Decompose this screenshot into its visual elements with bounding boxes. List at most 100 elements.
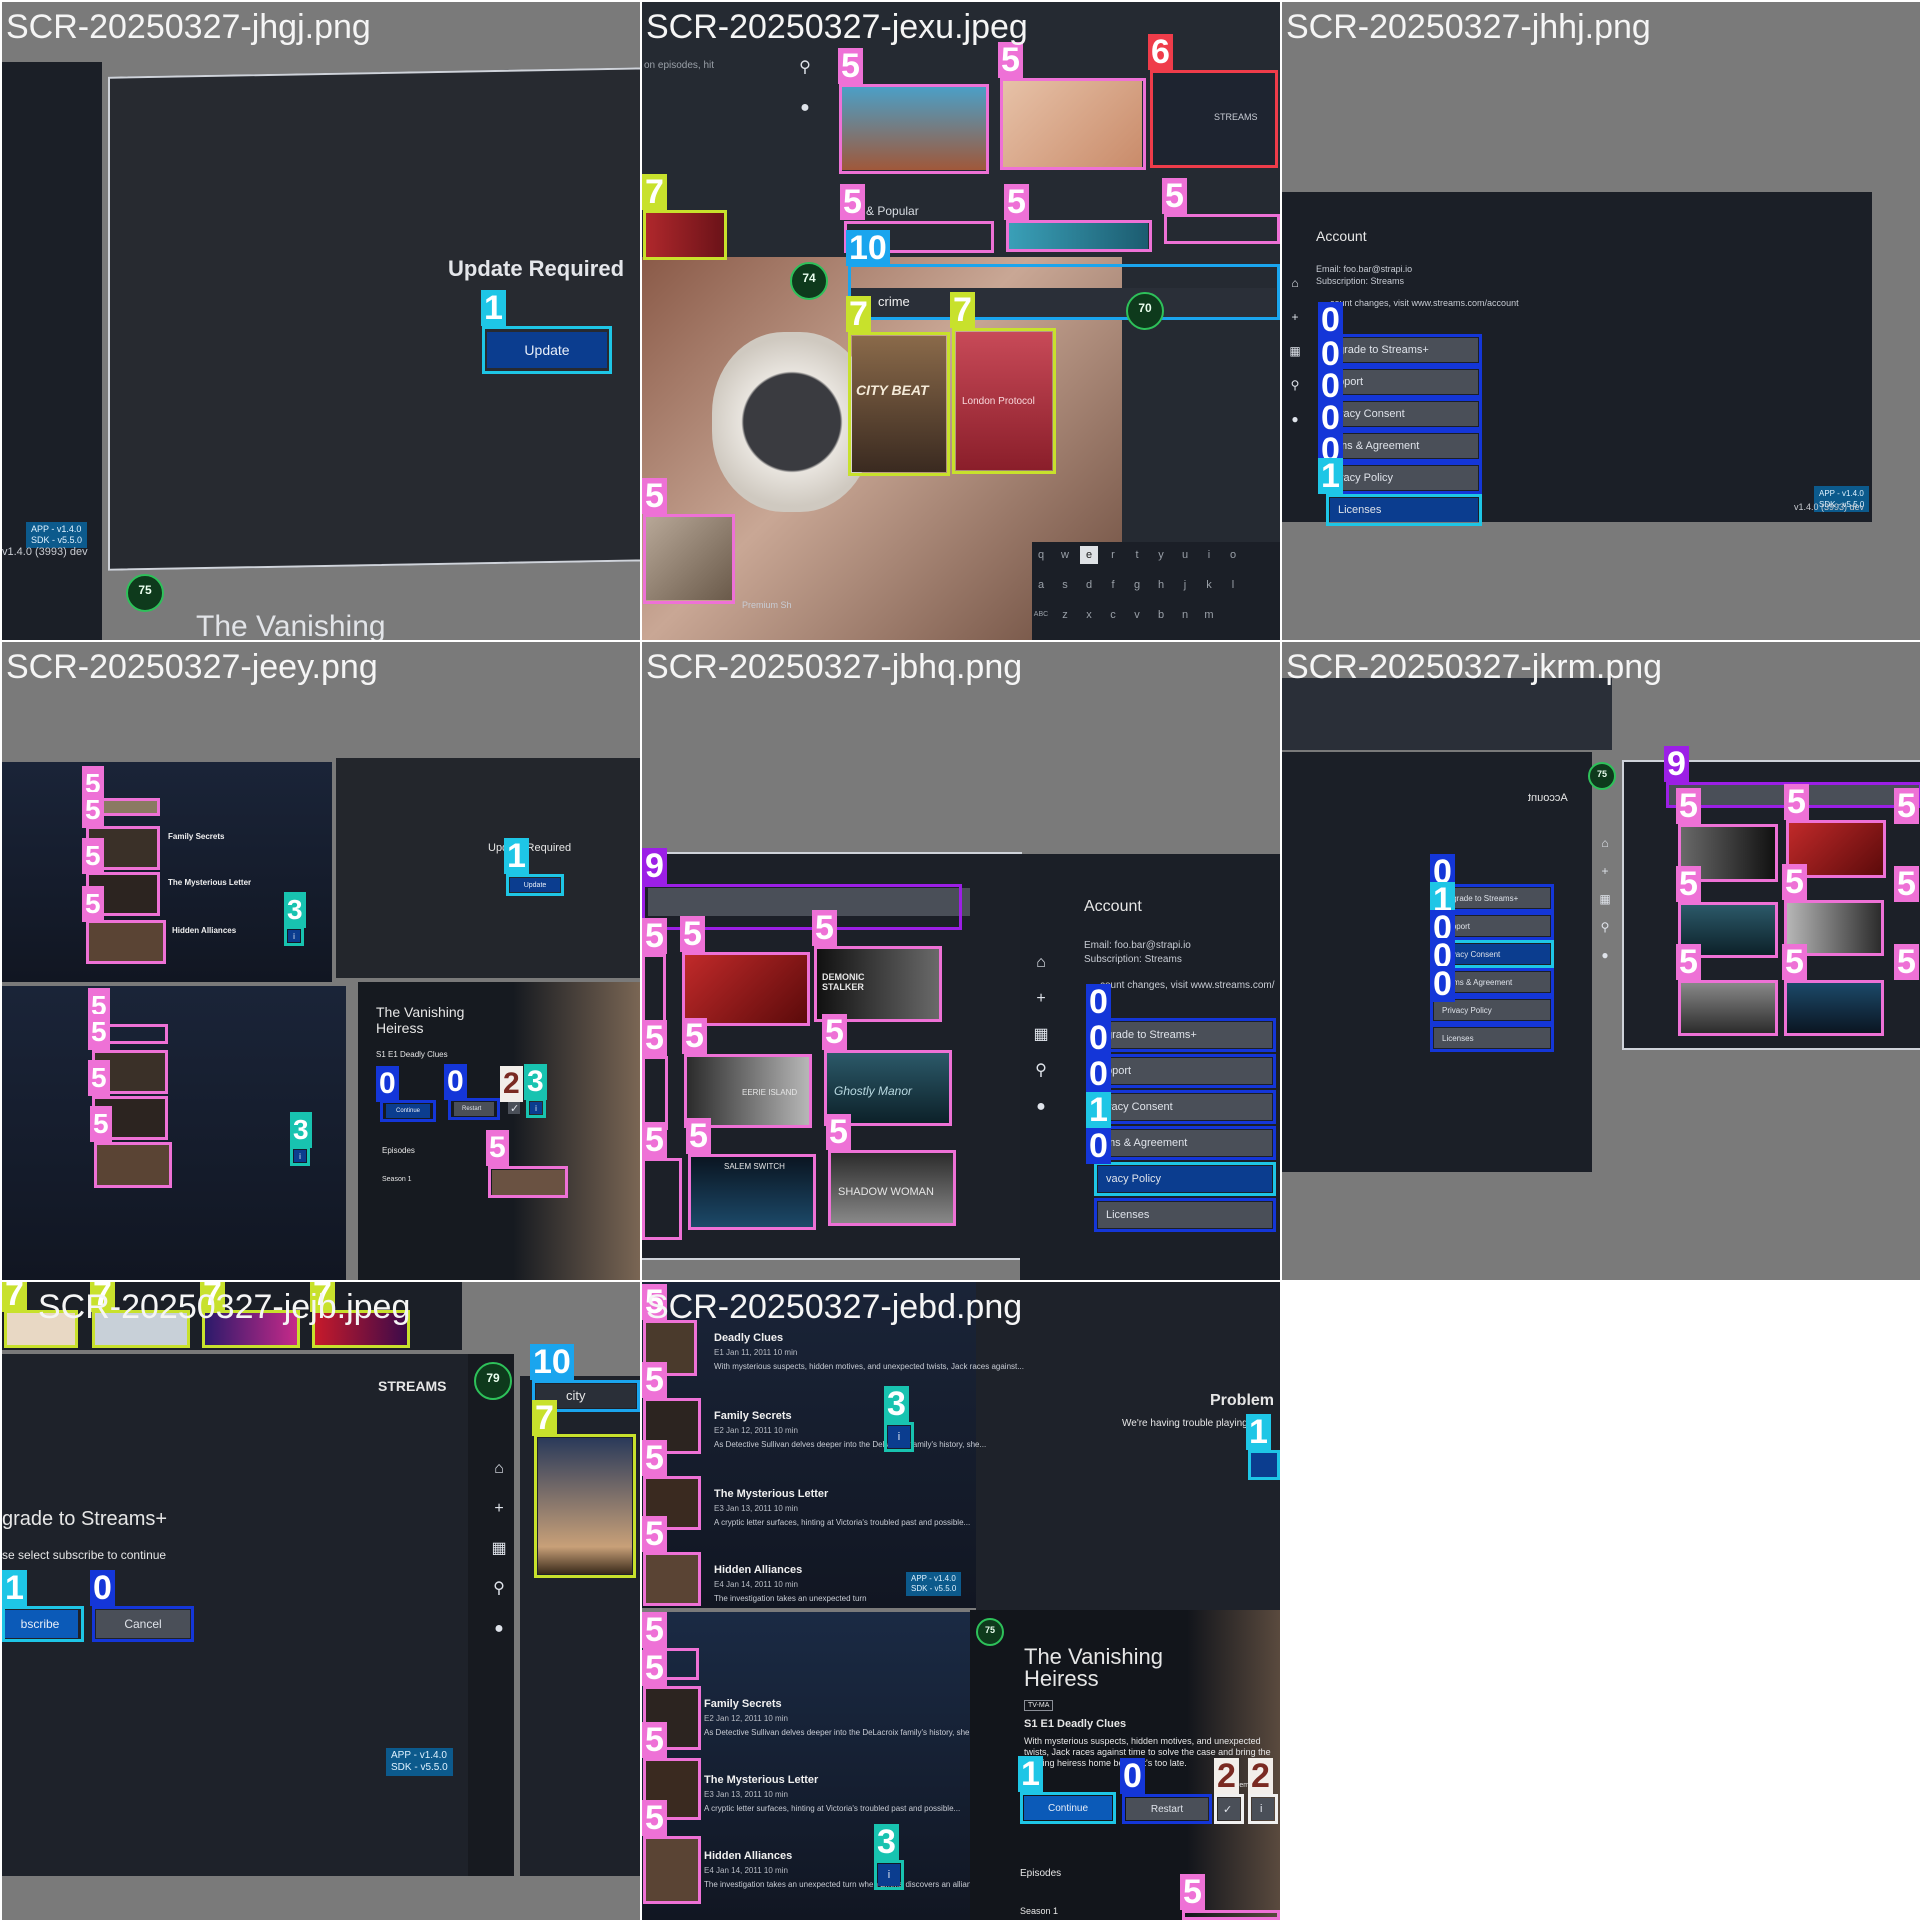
key-z[interactable]: z (1056, 606, 1074, 624)
nav-rail (468, 1354, 514, 1876)
update-heading: Update Required (448, 256, 625, 281)
key-e[interactable]: e (1080, 546, 1098, 564)
key-t[interactable]: t (1128, 546, 1146, 564)
key-y[interactable]: y (1152, 546, 1170, 564)
tile-episode-details: SCR-20250327-jebd.png Problem We're havi… (642, 1282, 1280, 1920)
add-icon[interactable]: + (1594, 860, 1616, 882)
key-o[interactable]: o (1224, 546, 1242, 564)
annotation-box-2 (1248, 1794, 1278, 1824)
grid-icon[interactable]: ▦ (1284, 340, 1306, 362)
annotation-badge: 5 (90, 1106, 112, 1142)
version-label: APP - v1.4.0 SDK - v5.5.0 (386, 1748, 453, 1776)
annotation-box-5 (643, 1836, 701, 1904)
home-icon[interactable]: ⌂ (1594, 832, 1616, 854)
add-icon[interactable]: + (1284, 306, 1306, 328)
watched-toggle[interactable]: ✓ (508, 1102, 520, 1115)
key-n[interactable]: n (1176, 606, 1194, 624)
annotation-box-5 (1182, 1910, 1280, 1920)
annotation-badge: 5 (840, 184, 865, 220)
key-a[interactable]: a (1032, 576, 1050, 594)
annotation-badge: 5 (1180, 1874, 1205, 1910)
annotation-badge: 5 (1782, 944, 1807, 980)
build-label: v1.4.0 (3993) dev (1794, 502, 1865, 512)
profile-icon[interactable]: ● (1284, 408, 1306, 430)
episode-description: As Detective Sullivan delves deeper into… (704, 1728, 977, 1737)
grid-icon[interactable]: ▦ (1030, 1024, 1052, 1046)
home-icon[interactable]: ⌂ (1030, 952, 1052, 974)
annotation-box-5 (488, 1166, 568, 1198)
add-icon[interactable]: + (488, 1498, 510, 1520)
key-g[interactable]: g (1128, 576, 1146, 594)
annotation-badge: 7 (846, 296, 871, 332)
search-icon[interactable]: ⚲ (488, 1578, 510, 1600)
grid-icon[interactable]: ▦ (1594, 888, 1616, 910)
key-h[interactable]: h (1152, 576, 1170, 594)
tile-account-posters: SCR-20250327-jbhq.png 9 5 DEMONIC STALKE… (642, 642, 1280, 1280)
annotation-box-0 (1326, 398, 1482, 430)
key-r[interactable]: r (1104, 546, 1122, 564)
add-icon[interactable]: + (1030, 988, 1052, 1010)
episode-meta: E4 Jan 14, 2011 10 min (714, 1580, 798, 1589)
annotation-badge: 1 (1318, 458, 1343, 494)
key-v[interactable]: v (1128, 606, 1146, 624)
key-k[interactable]: k (1200, 576, 1218, 594)
annotation-box-3 (884, 1422, 914, 1452)
tile-filename: SCR-20250327-jebd.png (646, 1288, 1023, 1326)
annotation-box-1 (2, 1606, 84, 1642)
annotation-box-5 (642, 954, 666, 1028)
tile-account-mirrored: SCR-20250327-jkrm.png ⌂ + ▦ ⚲ ● Account … (1282, 642, 1920, 1280)
tile-filename: SCR-20250327-jbhq.png (646, 648, 1023, 686)
home-icon[interactable]: ⌂ (1284, 272, 1306, 294)
annotation-box-0 (1094, 1090, 1276, 1124)
key-u[interactable]: u (1176, 546, 1194, 564)
key-c[interactable]: c (1104, 606, 1122, 624)
search-icon[interactable]: ⚲ (1594, 916, 1616, 938)
update-heading: Update Required (488, 842, 572, 854)
annotation-box-1 (1326, 494, 1482, 526)
problem-heading: Problem (1210, 1392, 1275, 1409)
annotation-box-0 (448, 1098, 500, 1120)
annotation-badge: 0 (1086, 1056, 1111, 1092)
episode-description: With mysterious suspects, hidden motives… (714, 1362, 1024, 1371)
key-b[interactable]: b (1152, 606, 1170, 624)
episode-title: Hidden Alliances (714, 1564, 803, 1576)
profile-icon[interactable]: ● (794, 97, 816, 119)
grid-icon[interactable]: ▦ (488, 1538, 510, 1560)
annotation-box-0 (1094, 1126, 1276, 1160)
key-m[interactable]: m (1200, 606, 1218, 624)
key-f[interactable]: f (1104, 576, 1122, 594)
key-w[interactable]: w (1056, 546, 1074, 564)
season-label: Season 1 (382, 1176, 412, 1183)
key-abc[interactable]: ABC (1032, 606, 1050, 624)
key-i[interactable]: i (1200, 546, 1218, 564)
key-s[interactable]: s (1056, 576, 1074, 594)
footer-title: The Vanishing (196, 610, 386, 640)
annotation-badge: 5 (1782, 864, 1807, 900)
annotation-badge: 3 (874, 1824, 899, 1860)
search-icon[interactable]: ⚲ (794, 57, 816, 79)
profile-icon[interactable]: ● (1594, 944, 1616, 966)
annotation-badge: 9 (642, 848, 667, 884)
annotation-badge: 5 (1676, 944, 1701, 980)
annotation-box-7 (952, 328, 1056, 474)
upgrade-subheading: se select subscribe to continue (2, 1548, 167, 1562)
key-d[interactable]: d (1080, 576, 1098, 594)
annotation-box-10 (848, 264, 1280, 320)
tile-search-crime: SCR-20250327-jexu.jpeg on episodes, hit … (642, 2, 1280, 640)
key-l[interactable]: l (1224, 576, 1242, 594)
annotation-badge: 0 (444, 1064, 467, 1100)
key-j[interactable]: j (1176, 576, 1194, 594)
annotation-box-1 (1094, 1162, 1276, 1196)
profile-icon[interactable]: ● (488, 1618, 510, 1640)
search-icon[interactable]: ⚲ (1284, 374, 1306, 396)
key-q[interactable]: q (1032, 546, 1050, 564)
home-icon[interactable]: ⌂ (488, 1458, 510, 1480)
search-icon[interactable]: ⚲ (1030, 1060, 1052, 1082)
annotation-box-1 (1248, 1450, 1280, 1480)
annotation-badge: 5 (82, 886, 104, 922)
annotation-box-5 (839, 84, 989, 174)
account-email: Email: foo.bar@strapi.io (1316, 264, 1413, 274)
key-x[interactable]: x (1080, 606, 1098, 624)
episode-list-panel-top (2, 762, 332, 982)
profile-icon[interactable]: ● (1030, 1096, 1052, 1118)
